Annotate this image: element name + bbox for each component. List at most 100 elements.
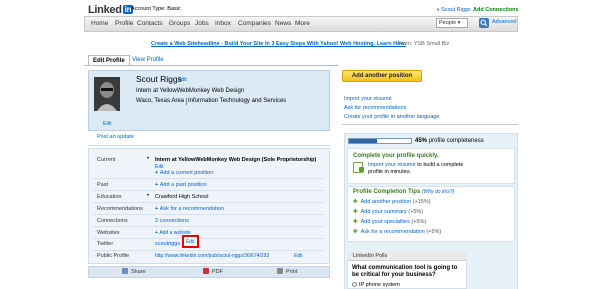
- connections-label: Connections: [97, 218, 128, 224]
- linkedin-logo[interactable]: Linked in: [88, 4, 134, 16]
- tab-divider: [84, 65, 338, 66]
- websites-label: Websites: [97, 230, 120, 236]
- tip-item[interactable]: ✚ Ask for a recommendation (+5%): [353, 229, 441, 235]
- polls-header: LinkedIn Polls: [347, 252, 467, 261]
- tip-item[interactable]: ✚ Add your specialties (+5%): [353, 219, 426, 225]
- plus-icon: ✚: [353, 219, 358, 225]
- account-type: Account Type: Basic: [131, 6, 181, 12]
- avatar-edit-link[interactable]: Edit: [103, 121, 112, 127]
- tip-percent: (+5%): [411, 219, 427, 225]
- add-another-position-button[interactable]: Add another position: [342, 70, 422, 82]
- ad-source: From: YSB Small Biz: [398, 41, 450, 47]
- nav-contacts[interactable]: Contacts: [137, 20, 163, 27]
- plus-icon: ✚: [353, 199, 358, 205]
- pdf-icon: [203, 268, 209, 274]
- tip-label: Ask for a recommendation: [360, 229, 425, 235]
- tip-item[interactable]: ✚ Add another position (+15%): [353, 199, 431, 205]
- avatar[interactable]: [94, 77, 120, 111]
- print-icon: [277, 268, 283, 274]
- ask-recommendation-link[interactable]: + Ask for a recommendation: [155, 206, 224, 212]
- tip-percent: (+15%): [412, 199, 431, 205]
- resume-import-text: Import your résumé to build a complete p…: [368, 162, 476, 176]
- nav-companies[interactable]: Companies: [238, 20, 271, 27]
- nav-jobs[interactable]: Jobs: [195, 20, 209, 27]
- nav-profile[interactable]: Profile: [115, 20, 133, 27]
- current-position: Intern at YellowWebMonkey Web Design (So…: [155, 157, 320, 171]
- plus-icon: ✚: [353, 209, 358, 215]
- public-profile-edit-link[interactable]: Edit: [294, 253, 303, 259]
- resume-import-icon: [353, 162, 364, 173]
- row-divider: [93, 226, 325, 227]
- poll-option[interactable]: IP phone system: [352, 282, 400, 288]
- share-button[interactable]: Share: [122, 268, 146, 275]
- row-divider: [93, 238, 325, 239]
- print-button[interactable]: Print: [277, 268, 297, 275]
- advanced-search-link[interactable]: Advanced: [492, 19, 516, 25]
- nav-inbox[interactable]: Inbox: [215, 20, 231, 27]
- bullet-icon: •: [147, 193, 150, 199]
- row-divider: [93, 178, 325, 179]
- twitter-edit-link[interactable]: Edit: [186, 239, 195, 245]
- nav-news[interactable]: News: [275, 20, 291, 27]
- add-connections-link[interactable]: Add Connections: [473, 7, 519, 13]
- twitter-label: Twitter: [97, 241, 114, 247]
- post-update-link[interactable]: Post an update: [97, 134, 134, 140]
- tip-label: Add your specialties: [360, 219, 410, 225]
- row-divider: [93, 190, 325, 191]
- add-current-position-label: Add a current position: [159, 170, 214, 176]
- logo-text: Linked: [88, 4, 122, 16]
- public-profile-url[interactable]: http://www.linkedin.com/pub/scout-riggs/…: [155, 253, 269, 259]
- other-language-link[interactable]: Create your profile in another language: [344, 114, 439, 120]
- bullet-icon: •: [147, 156, 150, 162]
- share-label: Share: [131, 269, 146, 275]
- row-divider: [93, 202, 325, 203]
- avatar-photo: [94, 77, 120, 111]
- add-past-position-link[interactable]: + Add a past position: [155, 182, 207, 188]
- completeness-label: profile completeness: [428, 138, 484, 144]
- tip-percent: (+5%): [426, 229, 442, 235]
- row-divider: [93, 214, 325, 215]
- ask-recommendation-label: Ask for a recommendation: [159, 206, 224, 212]
- search-scope-value: People: [439, 20, 457, 26]
- completeness-percent: 45%: [415, 138, 428, 144]
- twitter-handle-link[interactable]: scoutriggs: [155, 241, 180, 247]
- completeness-text: 45% profile completeness: [415, 138, 484, 144]
- poll-question: What communication tool is going to be c…: [352, 265, 458, 278]
- user-menu[interactable]: ▼ Scout Riggs: [436, 7, 471, 13]
- ask-recommendations-link[interactable]: Ask for recommendations: [344, 105, 406, 111]
- completion-tips-title: Profile Completion Tips (Why do this?): [353, 189, 454, 195]
- ad-link[interactable]: Create a Web Siteheadline - Build Your S…: [151, 41, 406, 47]
- nav-home[interactable]: Home: [91, 20, 108, 27]
- current-position-text: Intern at YellowWebMonkey Web Design (So…: [155, 157, 317, 163]
- completeness-progress-fill: [349, 139, 377, 143]
- tip-item[interactable]: ✚ Add your summary (+5%): [353, 209, 423, 215]
- user-name: Scout Riggs: [441, 7, 471, 13]
- divider: [186, 98, 187, 105]
- pdf-label: PDF: [212, 269, 223, 275]
- tip-label: Add another position: [360, 199, 412, 205]
- education-label: Education: [97, 194, 122, 200]
- connections-link[interactable]: 2 connections: [155, 218, 189, 224]
- divider: [342, 124, 518, 125]
- tip-label: Add your summary: [360, 209, 407, 215]
- name-edit-link[interactable]: Edit: [178, 77, 187, 83]
- why-do-this-link[interactable]: (Why do this?): [422, 189, 454, 195]
- search-scope-select[interactable]: People ▾: [436, 18, 468, 28]
- import-resume-link[interactable]: Import your résumé: [344, 96, 392, 102]
- nav-groups[interactable]: Groups: [169, 20, 190, 27]
- resume-import-link[interactable]: Import your résumé: [368, 162, 416, 168]
- search-icon: [480, 19, 488, 27]
- recommendations-label: Recommendations: [97, 206, 143, 212]
- search-button[interactable]: [479, 18, 489, 28]
- radio-icon: [352, 282, 357, 287]
- profile-headline: Intern at YellowWebMonkey Web Design: [136, 88, 245, 94]
- current-label: Current: [97, 157, 116, 163]
- nav-more[interactable]: More: [295, 20, 310, 27]
- print-label: Print: [286, 269, 298, 275]
- poll-option-label: IP phone system: [359, 282, 400, 288]
- profile-location: Waco, Texas Area: [136, 98, 185, 104]
- pdf-button[interactable]: PDF: [203, 268, 223, 275]
- divider: [88, 145, 330, 146]
- add-current-position-link[interactable]: + Add a current position: [155, 170, 213, 176]
- complete-profile-title: Complete your profile quickly.: [353, 153, 439, 159]
